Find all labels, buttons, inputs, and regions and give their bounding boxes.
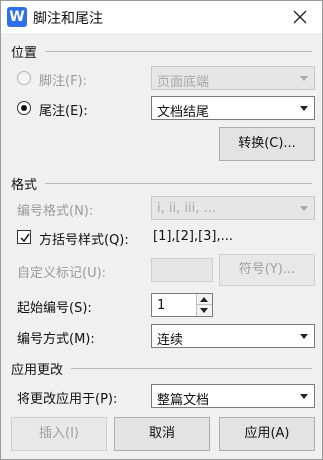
chevron-down-icon	[300, 106, 308, 111]
endnote-position-value: 文档结尾	[157, 105, 210, 120]
chevron-down-icon	[300, 76, 308, 81]
footnote-label: 脚注(F):	[39, 74, 88, 89]
custom-mark-input[interactable]	[151, 258, 213, 282]
numbering-label: 编号方式(M):	[17, 332, 95, 347]
dialog-title: 脚注和尾注	[33, 11, 103, 27]
number-format-value: i, ii, iii, ...	[157, 201, 216, 216]
chevron-down-icon	[300, 394, 308, 399]
apply-button[interactable]: 应用(A)	[219, 417, 315, 451]
endnote-label: 尾注(E):	[39, 104, 88, 119]
footnote-position-value: 页面底端	[157, 75, 210, 90]
numbering-value: 连续	[157, 333, 184, 348]
close-icon	[293, 10, 307, 24]
checkmark-icon	[20, 233, 30, 243]
arrow-down-icon	[200, 308, 208, 313]
decrement-button[interactable]	[197, 305, 212, 316]
section-divider	[45, 51, 312, 52]
section-divider	[71, 368, 312, 369]
radio-selected-dot	[21, 105, 27, 111]
section-title-location: 位置	[11, 46, 38, 61]
custom-mark-label: 自定义标记(U):	[17, 266, 107, 281]
section-title-format: 格式	[11, 178, 38, 193]
insert-button[interactable]: 插入(I)	[11, 417, 107, 451]
arrow-up-icon	[200, 297, 208, 302]
chevron-down-icon	[300, 206, 308, 211]
number-format-select[interactable]: i, ii, iii, ...	[151, 196, 315, 220]
footnote-position-select[interactable]: 页面底端	[151, 66, 315, 90]
apply-to-value: 整篇文档	[157, 393, 210, 408]
numbering-select[interactable]: 连续	[151, 324, 315, 348]
start-number-value: 1	[157, 298, 166, 313]
spin-buttons	[196, 294, 212, 316]
bracket-style-checkbox[interactable]	[17, 230, 31, 244]
close-button[interactable]	[278, 1, 322, 33]
section-divider	[45, 183, 312, 184]
wps-app-icon: W	[7, 7, 27, 27]
title-bar: W 脚注和尾注	[1, 1, 322, 33]
apply-to-select[interactable]: 整篇文档	[151, 384, 315, 408]
endnote-position-select[interactable]: 文档结尾	[151, 96, 315, 120]
endnote-radio[interactable]	[17, 101, 31, 115]
section-title-apply-changes: 应用更改	[11, 363, 64, 378]
footnote-radio[interactable]	[17, 71, 31, 85]
convert-button[interactable]: 转换(C)...	[219, 127, 315, 161]
bracket-style-value: [1],[2],[3],...	[153, 229, 234, 244]
number-format-label: 编号格式(N):	[17, 204, 94, 219]
start-number-stepper[interactable]: 1	[151, 293, 213, 317]
increment-button[interactable]	[197, 294, 212, 305]
symbol-button[interactable]: 符号(Y)...	[219, 254, 315, 286]
apply-to-label: 将更改应用于(P):	[17, 392, 118, 407]
chevron-down-icon	[300, 334, 308, 339]
footnote-endnote-dialog: W 脚注和尾注 位置 脚注(F): 页面底端 尾注(E): 文档结尾 转换(C)…	[0, 0, 323, 460]
start-number-label: 起始编号(S):	[17, 301, 92, 316]
cancel-button[interactable]: 取消	[114, 417, 210, 451]
bracket-style-label: 方括号样式(Q):	[39, 233, 129, 248]
dialog-body: 位置 脚注(F): 页面底端 尾注(E): 文档结尾 转换(C)... 格式 编…	[1, 33, 322, 459]
